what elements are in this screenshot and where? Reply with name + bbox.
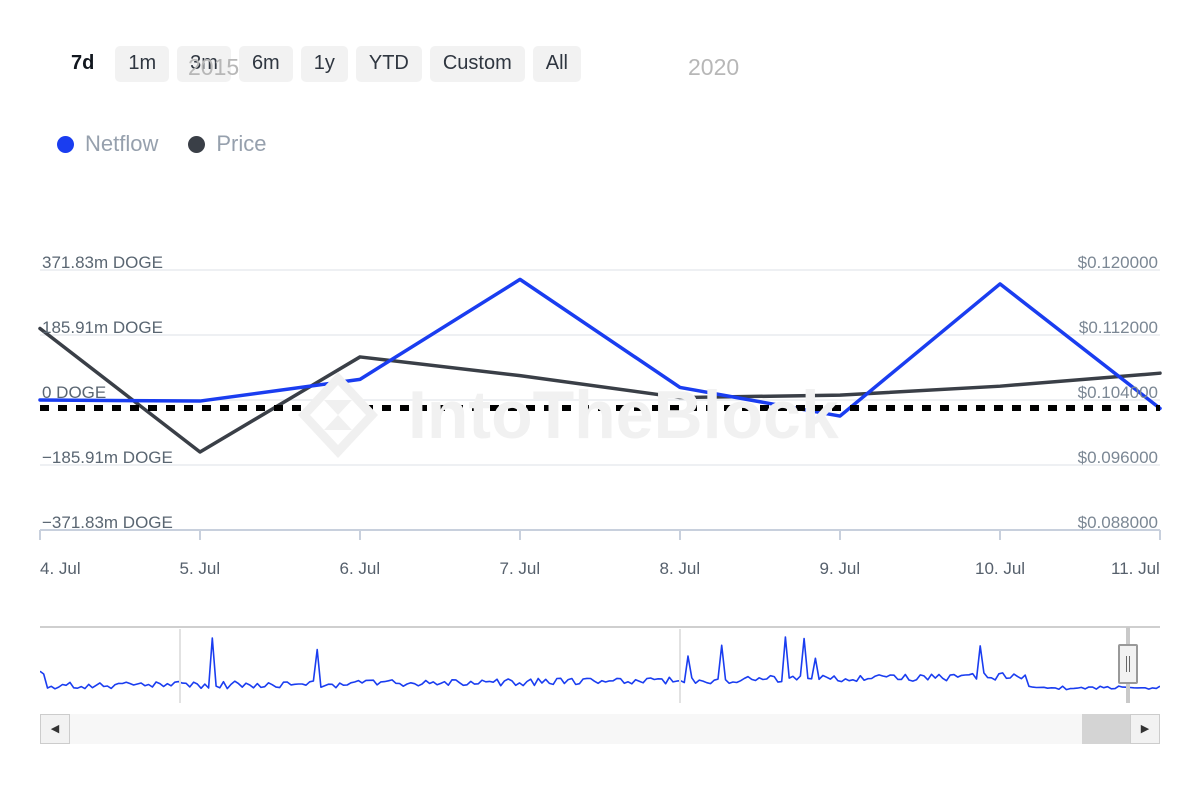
range-button-7d[interactable]: 7d [58,46,107,82]
legend-item-price[interactable]: Price [188,133,266,155]
series-line-netflow [38,277,1162,418]
y-axis-left-label: −185.91m DOGE [42,448,173,467]
x-axis-label: 10. Jul [975,559,1026,578]
scrollbar-thumb[interactable] [1082,714,1130,744]
y-axis-left-label: 0 DOGE [42,383,107,402]
legend-marker-price-icon [188,135,206,153]
y-axis-left-label: −371.83m DOGE [42,513,173,532]
right-arrow-icon: ▶ [1140,722,1150,735]
scroll-right-button[interactable]: ▶ [1130,714,1160,744]
legend-label: Netflow [85,131,159,156]
x-axis-label: 5. Jul [179,559,221,578]
range-button-6m[interactable]: 6m [238,46,293,82]
navigator-sparkline [39,626,1161,703]
x-axis-label: 8. Jul [659,559,701,578]
x-axis-label: 7. Jul [499,559,541,578]
main-chart-plot [0,236,1200,556]
chart-legend: Netflow Price [57,133,266,155]
x-axis-label: 11. Jul [1111,559,1160,578]
y-axis-right-label: $0.096000 [1077,448,1158,467]
y-axis-left-label: 185.91m DOGE [42,318,163,337]
legend-marker-netflow-icon [57,135,74,153]
x-axis-label: 6. Jul [339,559,381,578]
range-button-all[interactable]: All [532,46,581,82]
navigator-right-handle[interactable] [1118,644,1138,684]
time-range-selector: 7d 1m 3m 6m 1y YTD Custom All [58,46,581,82]
range-button-ytd[interactable]: YTD [355,46,422,82]
navigator-year-label: 2015 [188,54,240,80]
series-line-price [38,326,1162,454]
y-axis-right-label: $0.112000 [1078,318,1158,337]
y-axis-right-label: $0.104000 [1077,383,1158,402]
legend-item-netflow[interactable]: Netflow [57,133,158,155]
navigator-scrollbar[interactable]: ◀ ▶ [40,714,1160,744]
scroll-left-button[interactable]: ◀ [40,714,70,744]
x-axis-label: 9. Jul [819,559,861,578]
range-button-custom[interactable]: Custom [429,46,525,82]
left-arrow-icon: ◀ [50,722,60,735]
navigator-year-label: 2020 [688,54,740,80]
range-button-1m[interactable]: 1m [115,46,170,82]
chart-page: 7d 1m 3m 6m 1y YTD Custom All Netflow Price Into… [0,0,1200,800]
chart-navigator[interactable] [39,625,1161,703]
y-axis-right-label: $0.120000 [1077,253,1158,272]
scrollbar-track[interactable] [70,714,1130,744]
y-axis-left-label: 371.83m DOGE [42,253,163,272]
chart-svg [38,269,1162,540]
legend-label: Price [216,131,267,156]
y-axis-right-label: $0.088000 [1077,513,1158,532]
x-axis-label: 4. Jul [40,559,81,578]
navigator-series-line [39,636,1161,691]
range-button-1y[interactable]: 1y [300,46,348,82]
